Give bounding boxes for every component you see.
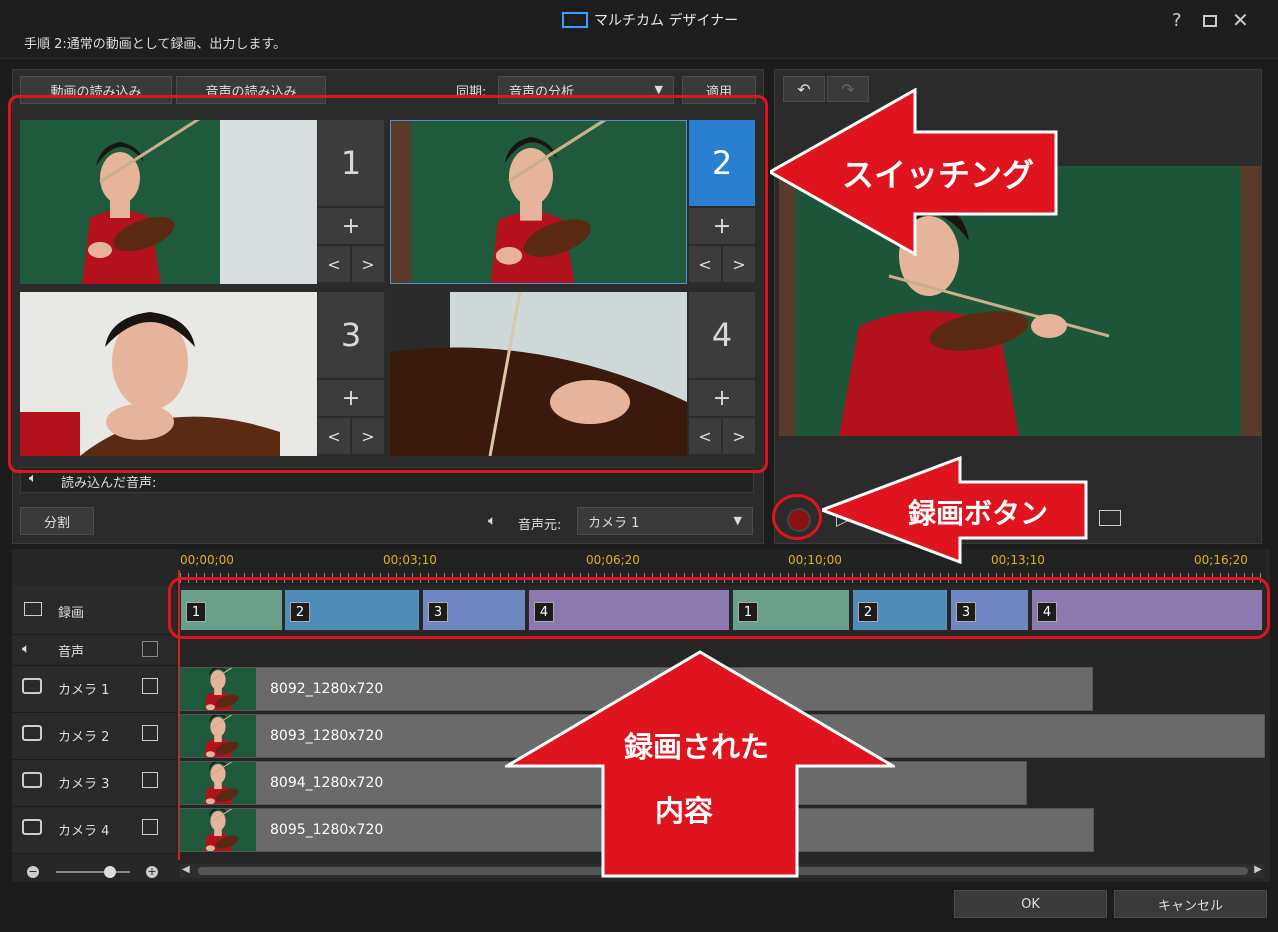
- camera-icon: [22, 678, 42, 694]
- list-icon[interactable]: [1099, 510, 1121, 526]
- track-camera-1: カメラ 1: [12, 666, 176, 713]
- track-camera-4: カメラ 4: [12, 807, 176, 854]
- track-record: 録画: [12, 586, 176, 635]
- clip-name: 8093_1280x720: [270, 728, 384, 744]
- recorded-clips-highlight: [168, 577, 1270, 639]
- recorded-callout-line2: 内容: [655, 794, 714, 828]
- track-camera-4-label: カメラ 4: [58, 824, 110, 839]
- camera-icon: [22, 819, 42, 835]
- list-icon[interactable]: [142, 678, 158, 694]
- track-audio: 🔈︎ 音声: [12, 635, 176, 666]
- split-button[interactable]: 分割: [20, 507, 94, 535]
- scroll-left-icon[interactable]: ◀: [182, 864, 190, 875]
- track-camera-2: カメラ 2: [12, 713, 176, 760]
- track-record-label: 録画: [58, 606, 85, 621]
- scroll-right-icon[interactable]: ▶: [1254, 864, 1262, 875]
- zoom-slider-handle[interactable]: [104, 866, 116, 878]
- close-icon[interactable]: ✕: [1232, 8, 1249, 32]
- zoom-out-icon[interactable]: −: [27, 866, 39, 878]
- record-button-callout: 録画ボタン: [908, 497, 1049, 530]
- audio-source-label: 音声元:: [518, 518, 562, 533]
- clip-thumbnail: [180, 668, 256, 710]
- clip-name: 8095_1280x720: [270, 822, 384, 838]
- chevron-down-icon: ▼: [733, 514, 742, 527]
- speaker-icon: 🔈︎: [488, 513, 497, 529]
- ruler-label: 00;00;00: [180, 553, 234, 567]
- list-icon[interactable]: [142, 772, 158, 788]
- ruler-label: 00;03;10: [383, 553, 437, 567]
- recorded-callout-line1: 録画された: [624, 730, 770, 764]
- record-button-highlight: [772, 494, 822, 540]
- camera-icon: [22, 725, 42, 741]
- ok-button[interactable]: OK: [954, 890, 1107, 918]
- ruler-label: 00;06;20: [586, 553, 640, 567]
- help-button[interactable]: ?: [1172, 10, 1182, 31]
- track-camera-1-label: カメラ 1: [58, 683, 110, 698]
- film-icon: [24, 602, 42, 616]
- app-logo-icon: [562, 12, 588, 28]
- switching-highlight: [8, 95, 768, 473]
- zoom-slider-track[interactable]: [56, 871, 130, 873]
- camera-icon: [22, 772, 42, 788]
- switching-callout: スイッチング: [842, 156, 1035, 194]
- list-icon[interactable]: [142, 725, 158, 741]
- step-text: 手順 2:通常の動画として録画、出力します。: [24, 37, 287, 52]
- track-camera-2-label: カメラ 2: [58, 730, 110, 745]
- ruler-label: 00;16;20: [1194, 553, 1248, 567]
- speaker-icon: 🔈︎: [29, 471, 37, 486]
- audio-source-value: カメラ 1: [588, 515, 640, 531]
- track-camera-3-label: カメラ 3: [58, 777, 110, 792]
- clip-name: 8092_1280x720: [270, 681, 384, 697]
- clip-thumbnail: [180, 809, 256, 851]
- loaded-audio-text: 読み込んだ音声:: [61, 476, 157, 491]
- speaker-icon: 🔈︎: [22, 641, 31, 657]
- maximize-icon[interactable]: [1203, 15, 1217, 27]
- track-camera-3: カメラ 3: [12, 760, 176, 807]
- list-icon[interactable]: [142, 641, 158, 657]
- list-icon[interactable]: [142, 819, 158, 835]
- zoom-in-icon[interactable]: +: [146, 866, 158, 878]
- track-audio-label: 音声: [58, 645, 85, 660]
- clip-thumbnail: [180, 715, 256, 757]
- cancel-button[interactable]: キャンセル: [1114, 890, 1267, 918]
- clip-thumbnail: [180, 762, 256, 804]
- clip-name: 8094_1280x720: [270, 775, 384, 791]
- window-title: マルチカム デザイナー: [594, 13, 739, 29]
- audio-source-select[interactable]: カメラ 1 ▼: [577, 507, 753, 535]
